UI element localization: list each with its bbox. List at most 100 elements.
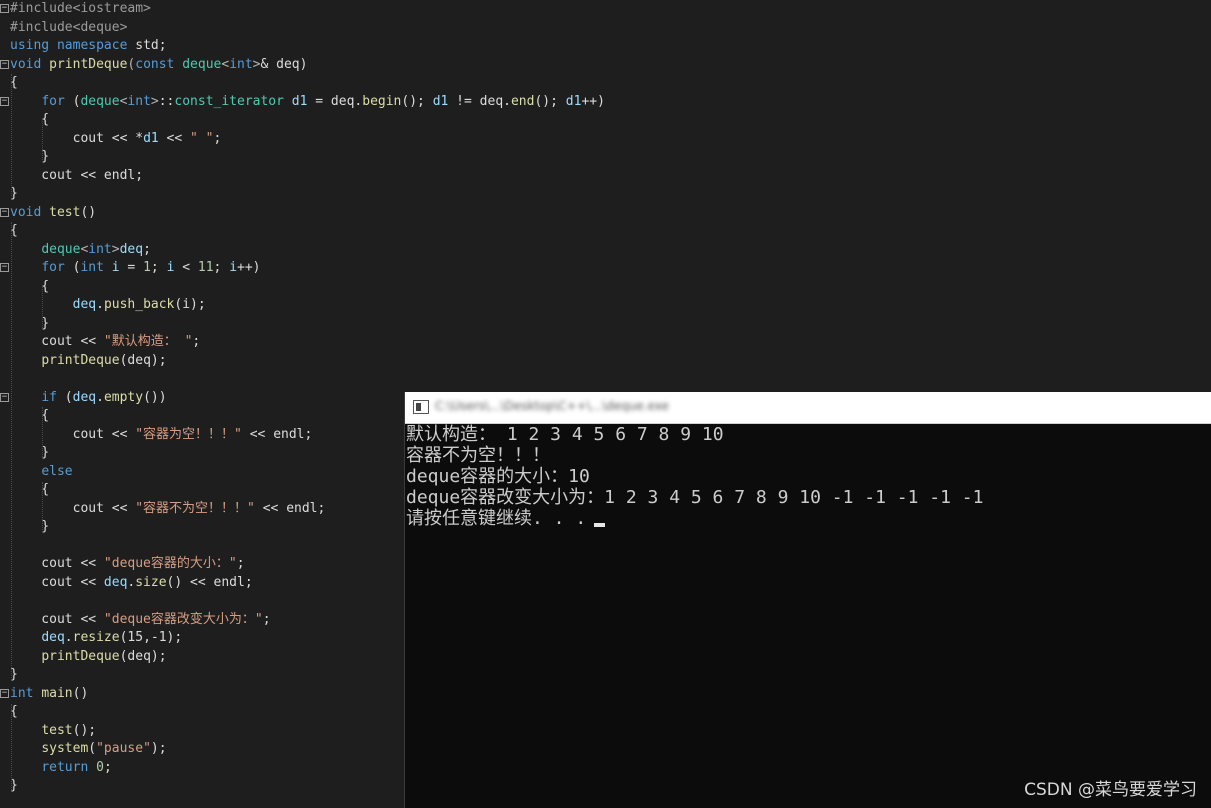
code-token: ++) xyxy=(237,260,261,275)
code-token: int xyxy=(127,93,151,109)
fold-toggle-icon[interactable]: − xyxy=(0,392,9,402)
code-token: < xyxy=(174,260,198,275)
fold-toggle-icon[interactable]: − xyxy=(0,4,9,13)
code-token: . xyxy=(64,630,73,645)
code-token: cout << xyxy=(10,611,104,627)
code-token: printDeque xyxy=(49,56,128,72)
code-token: int xyxy=(88,241,112,257)
code-token: ; xyxy=(143,241,151,257)
code-token: else xyxy=(41,463,73,479)
code-token: int xyxy=(80,260,104,275)
code-token: cout << * xyxy=(10,130,144,146)
code-token: using xyxy=(10,38,50,53)
fold-toggle-icon[interactable]: − xyxy=(0,59,9,69)
code-token: " " xyxy=(190,130,214,146)
code-token: cout << xyxy=(10,334,104,349)
code-token: deq xyxy=(72,297,97,312)
code-token: () xyxy=(72,685,89,701)
indent-guide xyxy=(42,482,43,530)
console-output-line: deque容器改变大小为：1 2 3 4 5 6 7 8 9 10 -1 -1 … xyxy=(406,487,984,508)
code-text: #include<deque> xyxy=(10,19,127,38)
code-token: cout << xyxy=(10,426,136,442)
code-token: ; xyxy=(236,556,245,571)
code-token: deque xyxy=(41,241,81,257)
code-text: return 0; xyxy=(10,759,111,778)
code-token: (); xyxy=(534,93,566,109)
code-token: cout << xyxy=(10,574,104,590)
code-token: = xyxy=(119,260,144,275)
code-token: cout << xyxy=(10,556,104,571)
fold-toggle-icon[interactable]: − xyxy=(0,263,9,272)
code-token: empty xyxy=(103,389,144,405)
code-token: deque xyxy=(80,93,120,109)
code-token: "pause" xyxy=(96,741,151,756)
console-window[interactable]: C:\Users\...\Desktop\C++\...\deque.exe 默… xyxy=(404,392,1211,808)
code-text: cout << endl; xyxy=(10,167,143,186)
code-token: printDeque xyxy=(41,648,120,664)
code-token: ; xyxy=(150,260,167,275)
code-token: (i); xyxy=(174,297,206,312)
console-titlebar[interactable]: C:\Users\...\Desktop\C++\...\deque.exe xyxy=(405,392,1211,424)
code-token: deq xyxy=(72,389,97,405)
code-token: ( xyxy=(64,93,81,109)
code-token: resize xyxy=(72,630,120,645)
code-token: ; xyxy=(213,260,230,275)
code-token: i xyxy=(229,260,238,275)
code-text: { xyxy=(10,278,49,297)
fold-toggle-icon[interactable]: − xyxy=(0,207,9,217)
code-token: :: xyxy=(158,93,175,109)
indent-guide xyxy=(11,222,12,680)
code-token: std; xyxy=(127,38,167,53)
code-token: 11 xyxy=(197,260,214,275)
code-token: cout << xyxy=(10,500,136,516)
code-text: } xyxy=(10,148,49,167)
code-token: = deq. xyxy=(307,93,363,109)
indent-guide xyxy=(11,704,12,790)
code-text: using namespace std; xyxy=(10,37,167,56)
code-token: deque xyxy=(182,56,222,72)
code-text: for (int i = 1; i < 11; i++) xyxy=(10,259,261,278)
code-token: } xyxy=(10,519,50,534)
code-token: ( xyxy=(88,741,97,756)
fold-toggle-icon[interactable]: − xyxy=(0,688,9,698)
code-token: "容器不为空！！！" xyxy=(135,500,255,516)
code-token: . xyxy=(96,297,104,312)
console-output-line: 请按任意键继续. . . xyxy=(405,508,1211,529)
code-token: "deque容器改变大小为：" xyxy=(103,611,263,627)
code-token: "deque容器的大小：" xyxy=(103,556,237,571)
code-token: } xyxy=(10,445,50,460)
code-token: ()) xyxy=(143,389,167,405)
code-token: d1 xyxy=(143,130,159,146)
code-token: for xyxy=(41,93,65,109)
code-token: deq xyxy=(119,241,144,257)
code-token: << xyxy=(158,130,191,146)
code-token: ); xyxy=(150,741,167,756)
console-output[interactable]: 默认构造： 1 2 3 4 5 6 7 8 9 10 容器不为空！！！ dequ… xyxy=(405,424,1211,529)
console-output-line: 默认构造： 1 2 3 4 5 6 7 8 9 10 xyxy=(406,424,724,445)
code-token: () xyxy=(80,204,97,220)
code-token: ; xyxy=(213,130,222,146)
code-token: { xyxy=(10,408,50,423)
code-token: cout << endl; xyxy=(10,167,144,183)
code-token: const xyxy=(135,56,175,72)
code-token: ++) xyxy=(581,93,605,109)
code-text: } xyxy=(10,518,49,537)
indent-guide xyxy=(42,118,43,160)
code-token: (deq); xyxy=(119,648,167,664)
console-window-icon xyxy=(413,400,429,414)
code-token: { xyxy=(10,482,50,497)
code-token: ; xyxy=(262,611,271,627)
code-text: cout << deq.size() << endl; xyxy=(10,574,252,593)
code-token: { xyxy=(10,112,50,127)
console-output-line: deque容器的大小：10 xyxy=(406,466,590,487)
code-token: "默认构造： " xyxy=(103,334,193,349)
fold-toggle-icon[interactable]: − xyxy=(0,96,9,106)
